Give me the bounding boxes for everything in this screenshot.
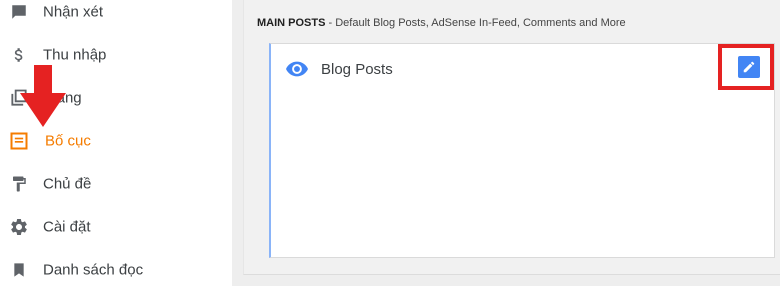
sidebar-item-comments[interactable]: Nhận xét [0,0,232,32]
sidebar-item-label: Cài đặt [43,218,91,236]
widget-title: Blog Posts [321,61,393,78]
section-subtitle: - Default Blog Posts, AdSense In-Feed, C… [325,17,626,29]
bookmark-icon [9,260,29,280]
paint-roller-icon [9,174,29,194]
edit-widget-button[interactable] [738,56,760,78]
sidebar-item-label: Danh sách đọc [43,261,144,279]
sidebar: Nhận xét Thu nhập Trang Bố cục Chủ đề Cà… [0,0,232,286]
sidebar-item-layout[interactable]: Bố cục [0,121,232,161]
sidebar-item-label: Bố cục [45,132,91,150]
comment-icon [9,2,29,22]
sidebar-item-theme[interactable]: Chủ đề [0,164,232,204]
sidebar-item-settings[interactable]: Cài đặt [0,207,232,247]
eye-icon[interactable] [286,61,308,77]
main-posts-section: MAIN POSTS - Default Blog Posts, AdSense… [243,0,780,275]
main-content: MAIN POSTS - Default Blog Posts, AdSense… [232,0,780,286]
sidebar-item-reading-list[interactable]: Danh sách đọc [0,250,232,290]
red-down-arrow-annotation [20,65,66,127]
sidebar-item-label: Nhận xét [43,3,104,21]
dollar-icon [9,45,29,65]
sidebar-item-label: Chủ đề [43,175,92,193]
sidebar-item-label: Thu nhập [43,46,107,64]
pencil-icon [742,60,756,74]
section-header: MAIN POSTS - Default Blog Posts, AdSense… [257,17,626,29]
layout-icon [9,131,29,151]
section-title: MAIN POSTS [257,17,326,29]
blog-posts-widget[interactable]: Blog Posts [269,43,775,258]
gear-icon [9,217,29,237]
